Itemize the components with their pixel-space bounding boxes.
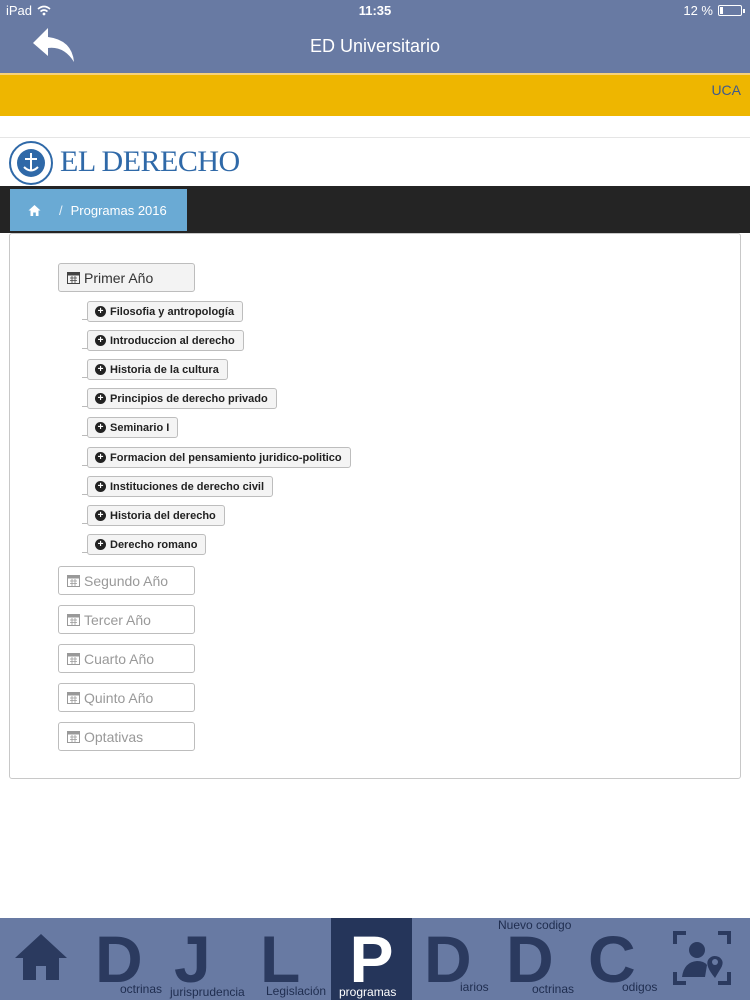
- tab-glyph: P: [349, 922, 394, 996]
- course-introduccion[interactable]: + Introduccion al derecho: [87, 330, 244, 351]
- home-icon: [15, 934, 67, 980]
- brand-header: EL DERECHO: [0, 137, 750, 185]
- course-label: Principios de derecho privado: [110, 392, 268, 405]
- plus-circle-icon: +: [95, 364, 106, 375]
- tab-jurisprudencia[interactable]: J jurisprudencia: [170, 918, 252, 1000]
- plus-circle-icon: +: [95, 306, 106, 317]
- tab-glyph: J: [174, 922, 211, 996]
- battery-percent: 12 %: [683, 3, 713, 18]
- tab-label: odigos: [622, 980, 658, 994]
- year-label: Cuarto Año: [84, 650, 155, 667]
- plus-circle-icon: +: [95, 422, 106, 433]
- tab-codigos[interactable]: C odigos: [582, 918, 662, 1000]
- year-button-quinto[interactable]: Quinto Año: [58, 683, 195, 712]
- plus-circle-icon: +: [95, 393, 106, 404]
- breadcrumb-current: Programas 2016: [70, 202, 167, 218]
- tab-label: jurisprudencia: [170, 985, 245, 999]
- year-button-optativas[interactable]: Optativas: [58, 722, 195, 751]
- breadcrumb: / Programas 2016: [10, 189, 187, 231]
- course-label: Filosofia y antropología: [110, 305, 235, 318]
- year-label: Tercer Año: [84, 611, 151, 628]
- year-label: Primer Año: [84, 269, 154, 286]
- tab-profile-location[interactable]: [666, 918, 750, 1000]
- calendar-icon: [67, 692, 80, 704]
- course-label: Introduccion al derecho: [110, 334, 235, 347]
- tab-doctrinas[interactable]: D octrinas: [90, 918, 170, 1000]
- calendar-icon: [67, 731, 80, 743]
- tab-glyph: L: [260, 922, 301, 996]
- status-right: 12 %: [683, 3, 745, 18]
- course-label: Derecho romano: [110, 538, 198, 551]
- programs-panel: Primer Año + Filosofia y antropología + In…: [9, 233, 741, 779]
- year-button-primer[interactable]: Primer Año: [58, 263, 195, 292]
- year-label: Optativas: [84, 728, 144, 745]
- year-button-segundo[interactable]: Segundo Año: [58, 566, 195, 595]
- tab-diarios[interactable]: D iarios: [418, 918, 496, 1000]
- tab-programas[interactable]: P programas: [331, 918, 412, 1000]
- calendar-icon: [67, 614, 80, 626]
- tab-label: programas: [339, 985, 397, 999]
- course-historia-cultura[interactable]: + Historia de la cultura: [87, 359, 228, 380]
- tab-label: iarios: [460, 980, 489, 994]
- breadcrumb-bar: / Programas 2016: [0, 186, 750, 233]
- tab-label: octrinas: [120, 982, 163, 996]
- breadcrumb-separator: /: [59, 202, 63, 218]
- profile-location-icon: [673, 931, 731, 985]
- year-label: Segundo Año: [84, 572, 169, 589]
- course-instituciones[interactable]: + Instituciones de derecho civil: [87, 476, 274, 497]
- course-historia-derecho[interactable]: + Historia del derecho: [87, 505, 225, 526]
- breadcrumb-home-icon[interactable]: [28, 204, 41, 217]
- calendar-icon: [67, 272, 80, 284]
- tab-legislacion[interactable]: L Legislación: [256, 918, 328, 1000]
- plus-circle-icon: +: [95, 510, 106, 521]
- plus-circle-icon: +: [95, 452, 106, 463]
- course-label: Seminario I: [110, 421, 170, 434]
- nav-title: ED Universitario: [309, 36, 441, 56]
- calendar-icon: [67, 653, 80, 665]
- course-principios[interactable]: + Principios de derecho privado: [87, 388, 277, 409]
- course-label: Historia del derecho: [110, 509, 216, 522]
- course-romano[interactable]: + Derecho romano: [87, 534, 207, 555]
- tab-label: octrinas: [532, 982, 575, 996]
- year-button-tercer[interactable]: Tercer Año: [58, 605, 195, 634]
- year-label: Quinto Año: [84, 689, 154, 706]
- plus-circle-icon: +: [95, 539, 106, 550]
- course-seminario[interactable]: + Seminario I: [87, 417, 179, 438]
- year-button-cuarto[interactable]: Cuarto Año: [58, 644, 195, 673]
- calendar-icon: [67, 575, 80, 587]
- tab-nuevo-codigo-doctrinas[interactable]: Nuevo codigo D octrinas: [498, 918, 580, 1000]
- tab-label: Legislación: [266, 984, 327, 998]
- course-label: Instituciones de derecho civil: [110, 480, 265, 493]
- status-bar: iPad 11:35 12 %: [0, 0, 750, 20]
- brand-logo-text: EL DERECHO: [60, 145, 240, 178]
- course-filosofia[interactable]: + Filosofia y antropología: [87, 301, 244, 322]
- course-label: Formacion del pensamiento juridico-polit…: [110, 451, 342, 464]
- app-screen: iPad 11:35 12 % ED Universitario UCA EL …: [0, 0, 750, 1000]
- plus-circle-icon: +: [95, 481, 106, 492]
- course-formacion[interactable]: + Formacion del pensamiento juridico-poli…: [87, 447, 351, 468]
- bottom-tab-bar: D octrinas J jurisprudencia L Legislació…: [0, 918, 750, 1000]
- plus-circle-icon: +: [95, 335, 106, 346]
- uca-band: UCA: [0, 73, 750, 116]
- tab-home[interactable]: [0, 918, 82, 1000]
- uca-link[interactable]: UCA: [711, 82, 741, 98]
- course-label: Historia de la cultura: [110, 363, 219, 376]
- battery-icon: [718, 5, 745, 16]
- university-seal-icon: [9, 141, 53, 185]
- status-time: 11:35: [358, 3, 392, 18]
- nav-bar: ED Universitario: [0, 20, 750, 73]
